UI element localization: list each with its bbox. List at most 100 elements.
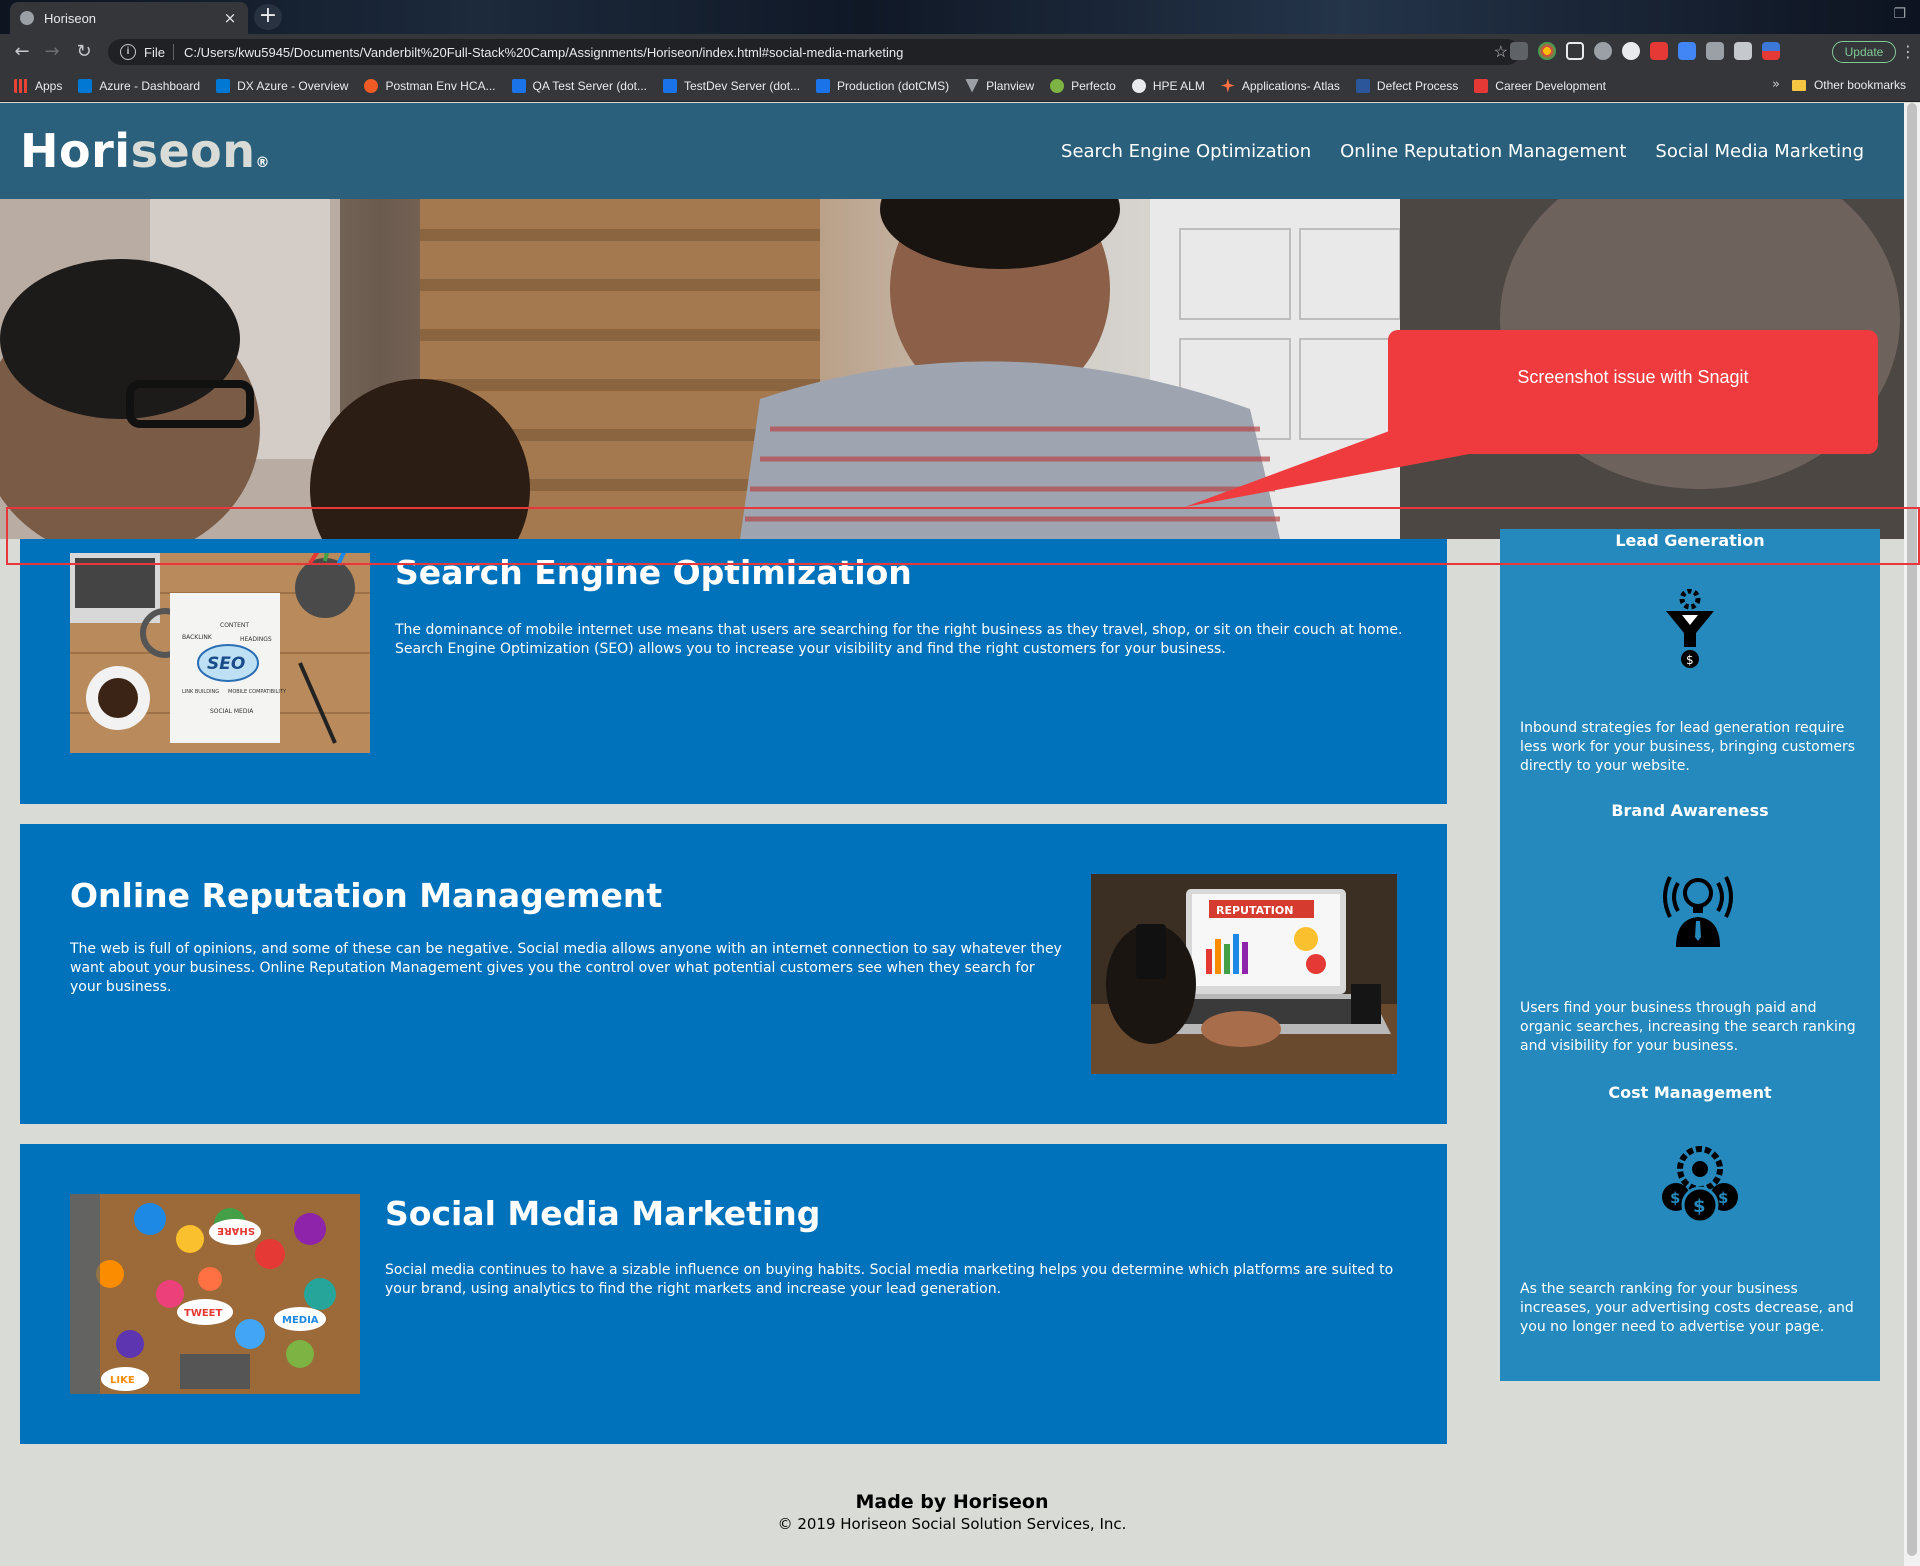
highlight-rectangle bbox=[6, 507, 1920, 565]
social-media-image: SHARE TWEET LIKE MEDIA bbox=[70, 1194, 360, 1394]
reading-list-icon[interactable] bbox=[1734, 42, 1752, 60]
reputation-heading: Online Reputation Management bbox=[70, 876, 663, 915]
atlas-icon bbox=[1220, 78, 1235, 93]
bookmark-planview[interactable]: Planview bbox=[965, 78, 1034, 93]
bookmark-label: Production (dotCMS) bbox=[837, 78, 950, 93]
bookmark-postman[interactable]: Postman Env HCA... bbox=[364, 78, 496, 93]
extension-icon[interactable] bbox=[1510, 42, 1528, 60]
bookmark-label: DX Azure - Overview bbox=[237, 78, 349, 93]
new-tab-button[interactable]: + bbox=[254, 4, 282, 30]
brand-awareness-icon bbox=[1663, 876, 1733, 947]
menu-icon[interactable]: ⋮ bbox=[1900, 42, 1916, 61]
footer-made-by: Made by Horiseon bbox=[855, 1491, 1049, 1513]
azure-icon bbox=[78, 78, 93, 93]
window-restore-icon[interactable]: ❐ bbox=[1893, 6, 1906, 22]
cost-management-icon: $ $ $ bbox=[1662, 1146, 1738, 1223]
dotcms-icon bbox=[511, 78, 526, 93]
benefit-text: Inbound strategies for lead generation r… bbox=[1520, 720, 1856, 774]
arrow-extension-icon[interactable] bbox=[1650, 42, 1668, 60]
social-media-section: SHARE TWEET LIKE MEDIA Social Media Mark… bbox=[20, 1144, 1447, 1444]
forward-icon[interactable]: → bbox=[40, 40, 64, 64]
bookmark-label: Career Development bbox=[1495, 78, 1607, 93]
postman-icon bbox=[364, 78, 379, 93]
dotcms-icon bbox=[816, 78, 831, 93]
azure-icon bbox=[216, 78, 231, 93]
bookmark-label: HPE ALM bbox=[1152, 78, 1205, 93]
bookmark-atlas[interactable]: Applications- Atlas bbox=[1220, 78, 1340, 93]
puzzle-extension-icon[interactable] bbox=[1706, 42, 1724, 60]
nav-link-reputation[interactable]: Online Reputation Management bbox=[1340, 141, 1626, 162]
update-button[interactable]: Update bbox=[1832, 41, 1896, 63]
bookmark-qa-test[interactable]: QA Test Server (dot... bbox=[511, 78, 648, 93]
seo-image-word: SEO bbox=[207, 654, 245, 674]
seo-image-word: HEADINGS bbox=[240, 636, 272, 643]
benefit-title: Brand Awareness bbox=[1611, 801, 1769, 820]
shield-extension-icon[interactable] bbox=[1594, 42, 1612, 60]
close-tab-icon[interactable]: × bbox=[222, 9, 238, 27]
seo-image-word: CONTENT bbox=[220, 622, 249, 629]
bookmark-azure-dashboard[interactable]: Azure - Dashboard bbox=[78, 78, 200, 93]
flag-extension-icon[interactable] bbox=[1762, 42, 1780, 60]
snagit-callout: Screenshot issue with Snagit bbox=[1388, 330, 1878, 454]
filter-extension-icon[interactable] bbox=[1678, 42, 1696, 60]
bookmark-dx-azure[interactable]: DX Azure - Overview bbox=[216, 78, 349, 93]
lead-generation-icon: $ bbox=[1666, 589, 1714, 668]
perfecto-icon bbox=[1050, 78, 1065, 93]
bookmark-defect-process[interactable]: Defect Process bbox=[1355, 78, 1458, 93]
bookmark-career[interactable]: Career Development bbox=[1474, 78, 1607, 93]
nav-link-social-media[interactable]: Social Media Marketing bbox=[1655, 141, 1864, 162]
bookmark-label: Perfecto bbox=[1071, 78, 1116, 93]
site-header: Horiseon® Search Engine Optimization Onl… bbox=[0, 103, 1904, 199]
reputation-illustration: REPUTATION bbox=[1091, 874, 1397, 1074]
reputation-image: REPUTATION bbox=[1091, 874, 1397, 1074]
chrome-extension-icon[interactable] bbox=[1538, 42, 1556, 60]
nav-link-seo[interactable]: Search Engine Optimization bbox=[1061, 141, 1311, 162]
social-media-text: Social media continues to have a sizable… bbox=[385, 1262, 1394, 1297]
svg-text:$: $ bbox=[1693, 1196, 1706, 1217]
bookmark-testdev[interactable]: TestDev Server (dot... bbox=[663, 78, 801, 93]
dotcms-icon bbox=[663, 78, 677, 93]
bookmarks-overflow-icon[interactable]: » bbox=[1772, 77, 1780, 92]
seo-image-word: MOBILE COMPATIBILITY bbox=[228, 689, 287, 695]
globe-icon bbox=[20, 11, 34, 25]
reload-icon[interactable]: ↻ bbox=[72, 40, 96, 64]
bookmark-perfecto[interactable]: Perfecto bbox=[1050, 78, 1116, 93]
circle-extension-icon[interactable] bbox=[1622, 42, 1640, 60]
scrollbar-thumb[interactable] bbox=[1907, 103, 1917, 1556]
logo-accent-text: seon bbox=[130, 124, 256, 178]
url-scheme: File bbox=[144, 44, 165, 60]
page-scrollbar[interactable] bbox=[1904, 103, 1920, 1566]
svg-text:$: $ bbox=[1718, 1189, 1728, 1207]
bookmark-hpe-alm[interactable]: HPE ALM bbox=[1131, 78, 1205, 93]
seo-image-word: LINK BUILDING bbox=[182, 689, 219, 695]
social-image-word: LIKE bbox=[110, 1375, 135, 1386]
bookmark-label: TestDev Server (dot... bbox=[684, 78, 801, 93]
reputation-section: Online Reputation Management The web is … bbox=[20, 824, 1447, 1124]
bookmark-label: QA Test Server (dot... bbox=[532, 78, 648, 93]
browser-toolbar: ← → ↻ i File C:/Users/kwu5945/Documents/… bbox=[0, 34, 1920, 70]
seo-image-word: SOCIAL MEDIA bbox=[210, 708, 254, 715]
page-viewport: Horiseon® Search Engine Optimization Onl… bbox=[0, 103, 1904, 1566]
social-media-heading: Social Media Marketing bbox=[385, 1194, 821, 1233]
logo-text: Hori bbox=[20, 124, 131, 178]
svg-text:$: $ bbox=[1686, 653, 1694, 667]
tab-title: Horiseon bbox=[44, 10, 97, 26]
registered-mark: ® bbox=[255, 155, 270, 171]
seo-illustration: SEO BACKLINK CONTENT HEADINGS LINK BUILD… bbox=[70, 553, 370, 753]
benefit-title: Cost Management bbox=[1608, 1083, 1772, 1102]
seo-section: SEO BACKLINK CONTENT HEADINGS LINK BUILD… bbox=[20, 539, 1447, 804]
browser-tab[interactable]: Horiseon × bbox=[10, 2, 248, 34]
screenshot-extension-icon[interactable] bbox=[1566, 42, 1584, 60]
url-divider bbox=[172, 44, 174, 60]
social-image-word: TWEET bbox=[184, 1308, 223, 1319]
bookmark-production[interactable]: Production (dotCMS) bbox=[816, 78, 950, 93]
address-bar[interactable]: i File C:/Users/kwu5945/Documents/Vander… bbox=[108, 39, 1520, 65]
back-icon[interactable]: ← bbox=[10, 40, 34, 64]
site-logo[interactable]: Horiseon® bbox=[20, 124, 270, 178]
bookmark-apps[interactable]: Apps bbox=[14, 78, 62, 93]
bookmark-star-icon[interactable]: ☆ bbox=[1494, 42, 1508, 62]
url-text[interactable]: C:/Users/kwu5945/Documents/Vanderbilt%20… bbox=[184, 45, 1494, 60]
benefits-sidebar: Lead Generation $ Inbound strategies for… bbox=[1500, 529, 1880, 1381]
other-bookmarks[interactable]: Other bookmarks bbox=[1791, 78, 1906, 92]
site-info-icon[interactable]: i bbox=[120, 44, 136, 60]
